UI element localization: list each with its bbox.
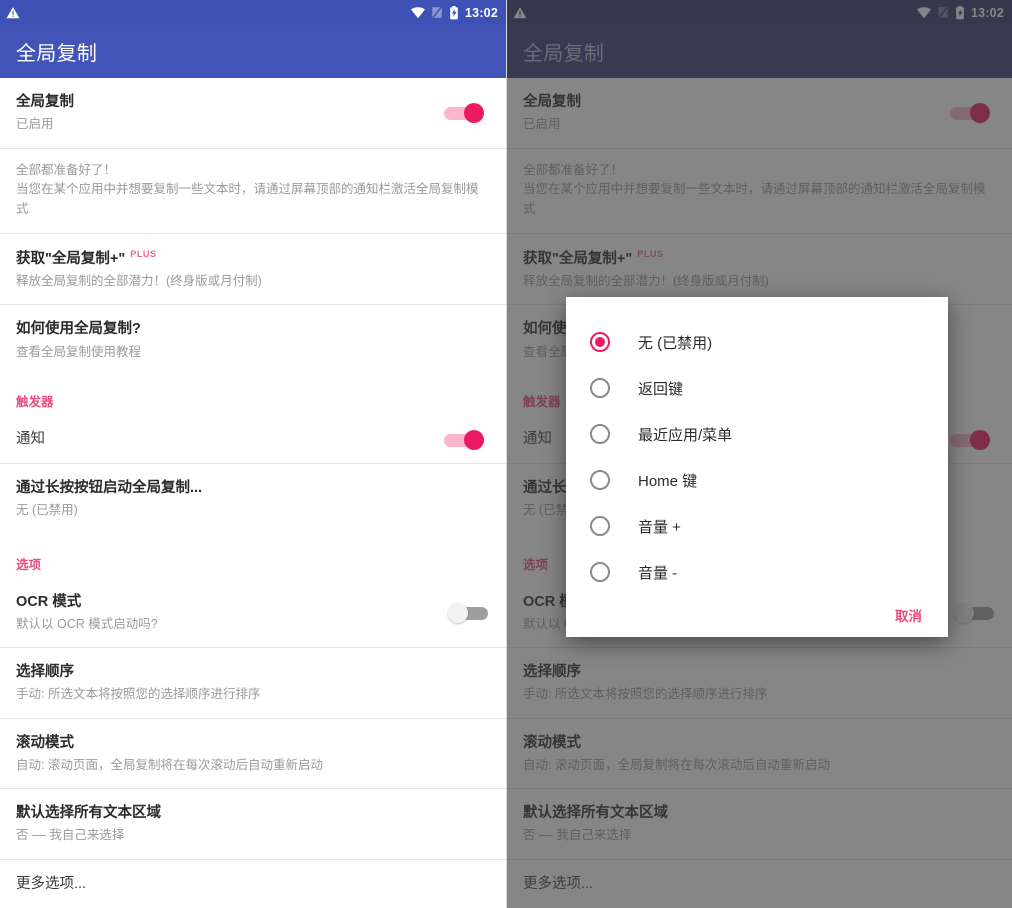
cancel-button[interactable]: 取消 bbox=[891, 599, 926, 631]
setting-row-long-press-trigger[interactable]: 通过长按按钮启动全局复制... 无 (已禁用) bbox=[0, 464, 506, 535]
dialog-option-label: 最近应用/菜单 bbox=[638, 426, 733, 444]
radio-button-icon bbox=[590, 424, 610, 444]
status-bar-left bbox=[6, 6, 411, 20]
screen-settings: 13:02 全局复制 全局复制 已启用 全部都准备好了！ 当您在某个应用中并想要… bbox=[0, 0, 506, 908]
status-info-block: 全部都准备好了！ 当您在某个应用中并想要复制一些文本时，请通过屏幕顶部的通知栏激… bbox=[0, 149, 506, 234]
trigger-selection-dialog: 无 (已禁用) 返回键 最近应用/菜单 Home 键 音量 + 音量 - 取消 bbox=[566, 297, 948, 637]
setting-subtitle: 无 (已禁用) bbox=[16, 503, 78, 518]
radio-button-icon bbox=[590, 470, 610, 490]
setting-row-ocr-mode[interactable]: OCR 模式 默认以 OCR 模式启动吗? bbox=[0, 579, 506, 648]
dual-screenshot-container: 13:02 全局复制 全局复制 已启用 全部都准备好了！ 当您在某个应用中并想要… bbox=[0, 0, 1012, 908]
dialog-option-recents-menu[interactable]: 最近应用/菜单 bbox=[566, 411, 948, 457]
setting-row-how-to-use[interactable]: 如何使用全局复制? 查看全局复制使用教程 bbox=[0, 305, 506, 376]
settings-list: 全局复制 已启用 全部都准备好了！ 当您在某个应用中并想要复制一些文本时，请通过… bbox=[0, 78, 506, 908]
wifi-icon bbox=[411, 6, 426, 19]
setting-title: 选择顺序 bbox=[16, 663, 74, 680]
dialog-option-back-key[interactable]: 返回键 bbox=[566, 365, 948, 411]
setting-title: 更多选项... bbox=[16, 876, 87, 893]
setting-title: 如何使用全局复制? bbox=[16, 321, 141, 338]
battery-charging-icon bbox=[449, 5, 459, 20]
toggle-thumb bbox=[448, 602, 468, 623]
status-bar-clock: 13:02 bbox=[465, 5, 498, 20]
setting-row-master-switch[interactable]: 全局复制 已启用 bbox=[0, 78, 506, 149]
dialog-option-volume-down[interactable]: 音量 - bbox=[566, 549, 948, 595]
status-info-line-2: 当您在某个应用中并想要复制一些文本时，请通过屏幕顶部的通知栏激活全局复制模式 bbox=[16, 182, 479, 216]
setting-title: 获取"全局复制+" PLUS bbox=[16, 248, 490, 270]
dialog-option-label: 音量 + bbox=[638, 518, 681, 536]
dialog-option-label: 无 (已禁用) bbox=[638, 334, 713, 352]
warning-triangle-icon bbox=[6, 6, 20, 20]
radio-button-icon bbox=[590, 332, 610, 352]
toggle-ocr-mode[interactable] bbox=[442, 602, 490, 623]
page-title: 全局复制 bbox=[16, 43, 98, 65]
dialog-radio-group: 无 (已禁用) 返回键 最近应用/菜单 Home 键 音量 + 音量 - bbox=[566, 313, 948, 595]
plus-badge: PLUS bbox=[130, 248, 157, 259]
setting-title: 通过长按按钮启动全局复制... bbox=[16, 480, 203, 497]
setting-subtitle: 释放全局复制的全部潜力！(终身版或月付制) bbox=[16, 273, 262, 288]
toggle-master-switch[interactable] bbox=[442, 102, 490, 123]
setting-row-get-plus[interactable]: 获取"全局复制+" PLUS 释放全局复制的全部潜力！(终身版或月付制) bbox=[0, 233, 506, 306]
setting-row-selection-order[interactable]: 选择顺序 手动: 所选文本将按照您的选择顺序进行排序 bbox=[0, 647, 506, 719]
dialog-option-label: 音量 - bbox=[638, 564, 678, 582]
setting-subtitle: 自动: 滚动页面，全局复制将在每次滚动后自动重新启动 bbox=[16, 757, 323, 772]
dialog-overlay-region: 全局复制 已启用 全部都准备好了！ 当您在某个应用中并想要复制一些文本时，请通过… bbox=[507, 0, 1012, 908]
setting-row-notification[interactable]: 通知 bbox=[0, 416, 506, 465]
plus-title-text: 获取"全局复制+" bbox=[16, 250, 126, 267]
toggle-notification[interactable] bbox=[442, 429, 490, 450]
setting-row-scroll-mode[interactable]: 滚动模式 自动: 滚动页面，全局复制将在每次滚动后自动重新启动 bbox=[0, 718, 506, 790]
dialog-option-none[interactable]: 无 (已禁用) bbox=[566, 319, 948, 365]
setting-row-more-options[interactable]: 更多选项... bbox=[0, 860, 506, 908]
dialog-option-label: Home 键 bbox=[638, 472, 698, 490]
dialog-action-bar: 取消 bbox=[566, 595, 948, 647]
toggle-thumb bbox=[464, 429, 484, 450]
screen-settings-with-dialog: 13:02 全局复制 全局复制 已启用 全部都准备好了！ 当您在某个应用中并想要… bbox=[506, 0, 1012, 908]
setting-title: 通知 bbox=[16, 431, 45, 448]
setting-subtitle: 手动: 所选文本将按照您的选择顺序进行排序 bbox=[16, 686, 261, 701]
toggle-thumb bbox=[464, 102, 484, 123]
setting-row-select-all-areas[interactable]: 默认选择所有文本区域 否 –– 我自己来选择 bbox=[0, 789, 506, 861]
radio-button-icon bbox=[590, 562, 610, 582]
status-info-line-1: 全部都准备好了！ bbox=[16, 162, 117, 177]
app-bar: 全局复制 bbox=[0, 25, 506, 78]
dialog-option-home-key[interactable]: Home 键 bbox=[566, 457, 948, 503]
setting-subtitle: 默认以 OCR 模式启动吗? bbox=[16, 617, 158, 632]
status-bar: 13:02 bbox=[0, 0, 506, 25]
setting-subtitle: 否 –– 我自己来选择 bbox=[16, 828, 125, 843]
radio-button-icon bbox=[590, 378, 610, 398]
setting-title: 滚动模式 bbox=[16, 734, 74, 751]
radio-button-icon bbox=[590, 516, 610, 536]
dialog-option-label: 返回键 bbox=[638, 380, 684, 398]
status-bar-right: 13:02 bbox=[411, 5, 498, 20]
dialog-option-volume-up[interactable]: 音量 + bbox=[566, 503, 948, 549]
signal-no-sim-icon bbox=[431, 6, 443, 19]
setting-title: 默认选择所有文本区域 bbox=[16, 805, 161, 822]
setting-subtitle: 查看全局复制使用教程 bbox=[16, 344, 142, 359]
setting-title: 全局复制 bbox=[16, 94, 74, 110]
section-header-options: 选项 bbox=[16, 558, 42, 573]
setting-title: OCR 模式 bbox=[16, 594, 82, 611]
section-header-triggers: 触发器 bbox=[16, 395, 54, 410]
setting-subtitle: 已启用 bbox=[16, 117, 54, 132]
